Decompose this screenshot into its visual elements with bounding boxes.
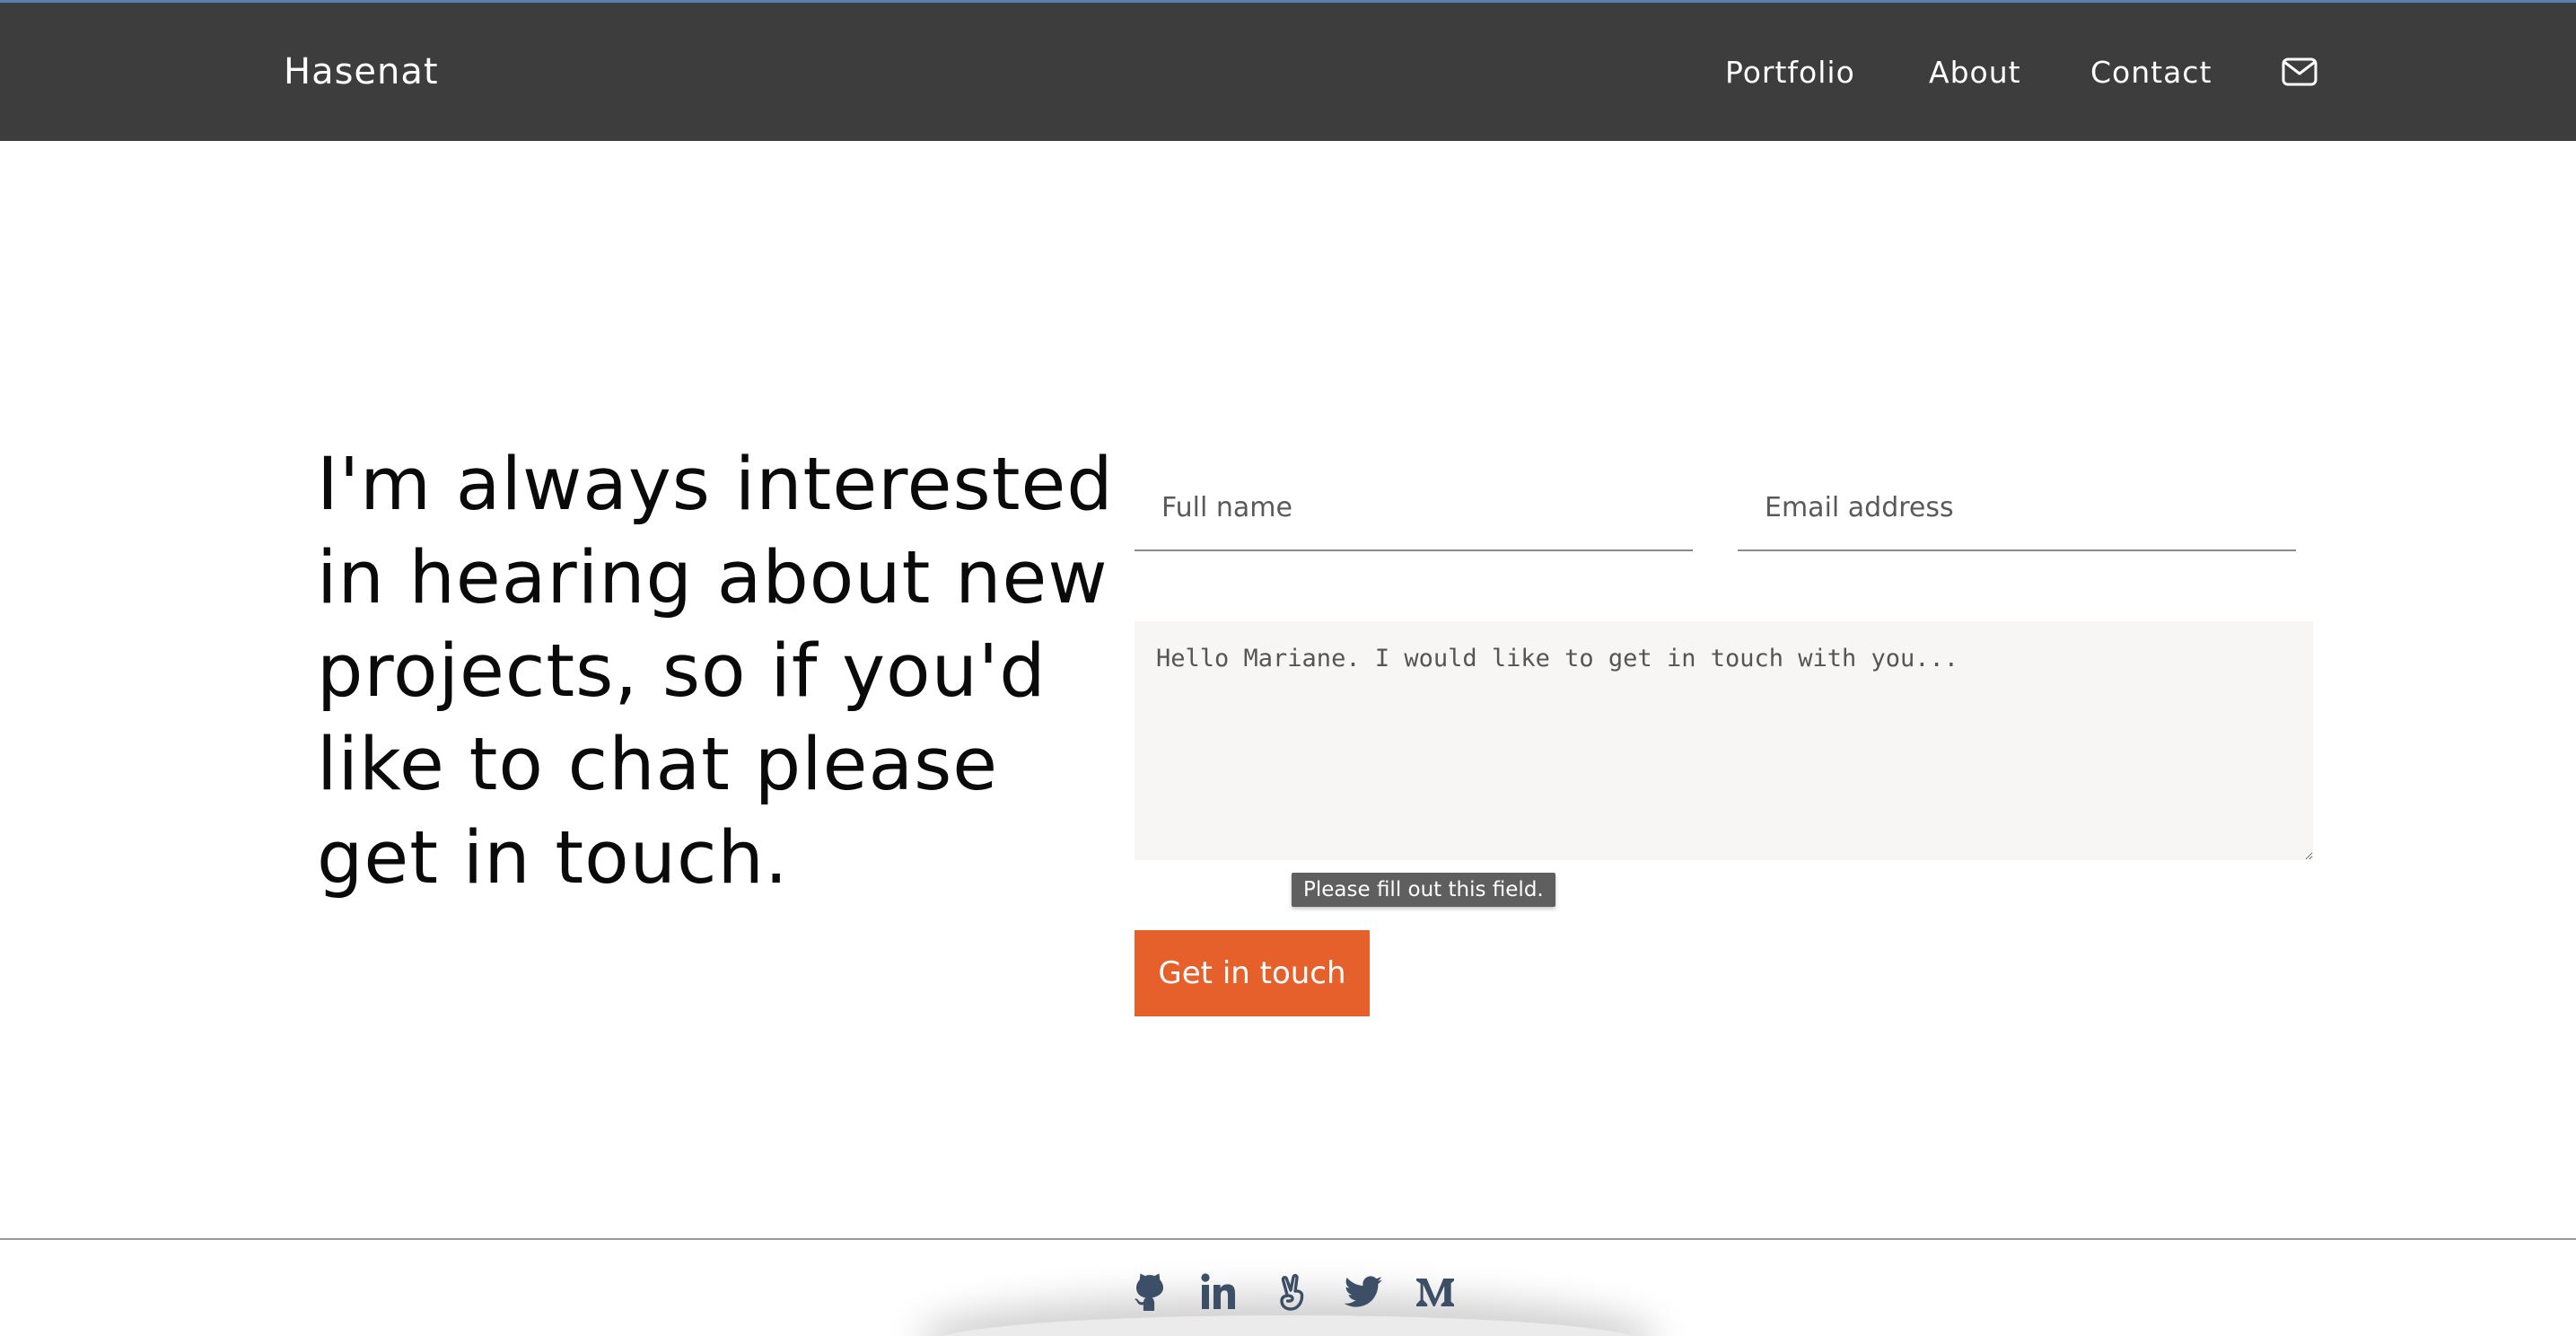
nav-link-portfolio[interactable]: Portfolio (1725, 55, 1855, 90)
mail-icon[interactable] (2282, 57, 2318, 87)
nav-link-about[interactable]: About (1929, 55, 2021, 90)
nav-link-contact[interactable]: Contact (2090, 55, 2212, 90)
footer (0, 1238, 2576, 1336)
contact-statement: I'm always interested in hearing about n… (317, 443, 1114, 901)
footer-shadow (933, 1315, 1643, 1336)
github-icon[interactable] (1129, 1271, 1170, 1313)
linkedin-icon[interactable] (1199, 1271, 1240, 1313)
brand-logo[interactable]: Hasenat (284, 51, 439, 92)
angellist-icon[interactable] (1272, 1271, 1313, 1313)
email-input[interactable] (1738, 465, 2296, 551)
twitter-icon[interactable] (1343, 1271, 1384, 1313)
full-name-input[interactable] (1135, 465, 1693, 551)
medium-icon[interactable] (1415, 1271, 1456, 1313)
top-navbar: Hasenat Portfolio About Contact (0, 0, 2576, 141)
validation-tooltip: Please fill out this field. (1292, 873, 1555, 907)
get-in-touch-button[interactable]: Get in touch (1135, 930, 1370, 1016)
message-textarea[interactable] (1135, 621, 2313, 860)
